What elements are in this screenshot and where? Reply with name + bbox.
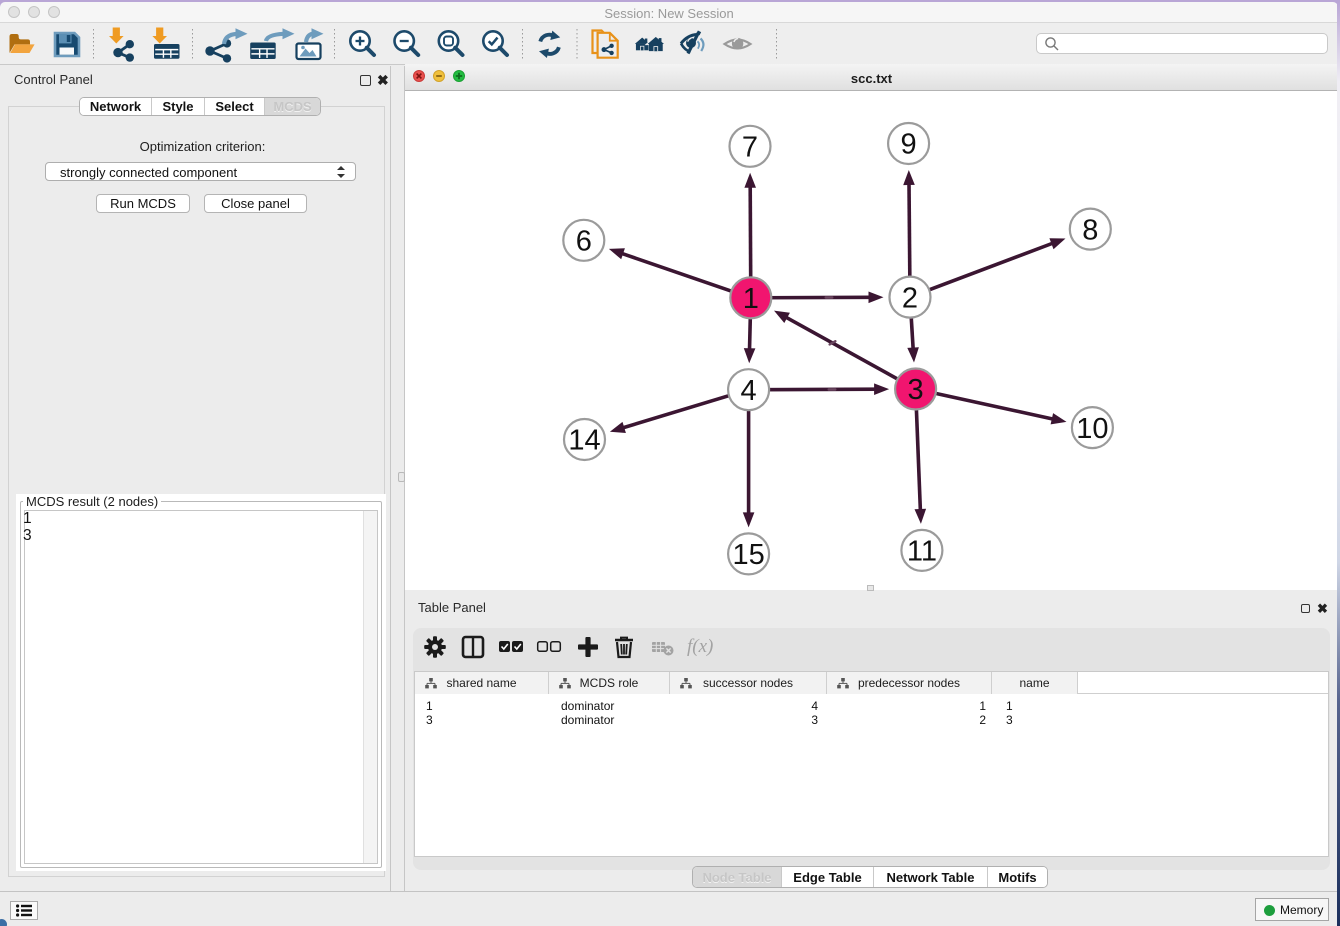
svg-text:11: 11	[907, 536, 937, 568]
svg-text:7: 7	[742, 132, 758, 164]
svg-text:2: 2	[902, 282, 918, 314]
svg-text:1: 1	[743, 283, 759, 315]
svg-text:6: 6	[576, 226, 592, 258]
svg-text:15: 15	[732, 539, 764, 571]
svg-text:8: 8	[1082, 214, 1098, 246]
svg-text:4: 4	[741, 375, 757, 407]
svg-text:14: 14	[568, 425, 600, 457]
svg-text:9: 9	[901, 129, 917, 161]
svg-text:3: 3	[908, 374, 924, 406]
svg-text:10: 10	[1076, 413, 1108, 445]
